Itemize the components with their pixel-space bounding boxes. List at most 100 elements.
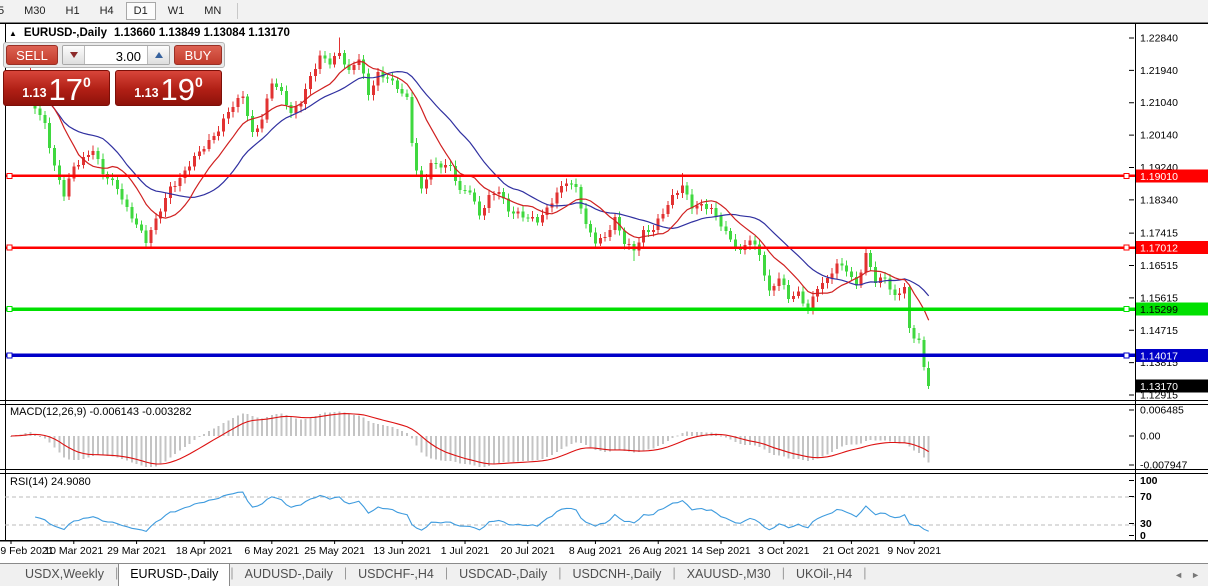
timeframe-button-w1[interactable]: W1 [160,2,193,20]
macd-histogram-bar [532,436,534,460]
rsi-axis-label: 0 [1140,530,1146,542]
tab-audusd-daily[interactable]: AUDUSD-,Daily [234,564,344,586]
macd-histogram-bar [353,415,355,436]
macd-histogram-bar [850,436,852,445]
candle-body [193,156,196,166]
macd-histogram-bar [430,436,432,458]
tab-scroll-left-icon[interactable]: ◄ [1174,570,1183,580]
macd-histogram-bar [551,436,553,455]
candle-body [294,107,297,114]
candle-body [715,208,718,216]
candle-body [328,59,331,65]
buy-button[interactable]: BUY [174,45,222,65]
macd-histogram-bar [686,432,688,436]
sell-button[interactable]: SELL [6,45,58,65]
candle-body [87,155,90,157]
tab-usdcnh-daily[interactable]: USDCNH-,Daily [562,564,673,586]
candle-body [874,267,877,283]
macd-histogram-bar [855,436,857,445]
macd-histogram-bar [908,436,910,447]
macd-histogram-bar [232,418,234,436]
tab-xauusd-m30[interactable]: XAUUSD-,M30 [676,564,782,586]
candle-body [826,278,829,283]
timeframe-button-h1[interactable]: H1 [58,2,88,20]
timeframe-button-5[interactable]: 5 [0,2,12,20]
candle-body [290,105,293,113]
candle-body [208,140,211,149]
buy-price-panel[interactable]: 1.13 19 0 [115,70,222,106]
macd-histogram-bar [865,436,867,441]
timeframe-button-d1[interactable]: D1 [126,2,156,20]
macd-histogram-bar [184,436,186,447]
macd-histogram-bar [759,436,761,447]
candle-body [584,209,587,224]
macd-histogram-bar [884,436,886,440]
date-label: 9 Nov 2021 [887,545,941,557]
candle-body [232,107,235,112]
candle-body [676,193,679,195]
macd-histogram-bar [107,436,109,456]
macd-histogram-bar [102,436,104,456]
candle-body [391,78,394,80]
macd-histogram-bar [512,436,514,462]
sell-price-panel[interactable]: 1.13 17 0 [3,70,110,106]
candle-body [782,278,785,285]
date-label: 14 Sep 2021 [691,545,751,557]
tab-usdcad-daily[interactable]: USDCAD-,Daily [448,564,558,586]
candle-body [265,98,268,119]
bid-prefix: 1.13 [22,86,46,100]
candle-body [903,287,906,293]
macd-histogram-bar [575,436,577,443]
candle-body [681,185,684,193]
hline-handle[interactable] [7,173,12,178]
price-tick-label: 1.22840 [1140,33,1178,45]
candle-body [217,131,220,136]
tab-usdchf-h4[interactable]: USDCHF-,H4 [347,564,445,586]
macd-histogram-bar [826,436,828,454]
hline-handle[interactable] [1124,245,1129,250]
tab-eurusd-daily[interactable]: EURUSD-,Daily [118,564,230,586]
tab-ukoil-h4[interactable]: UKOil-,H4 [785,564,863,586]
hline-handle[interactable] [7,245,12,250]
candle-body [686,185,689,194]
candle-body [666,205,669,214]
macd-axis-label: -0.007947 [1140,460,1187,472]
volume-input[interactable]: 3.00 [85,46,147,64]
candle-body [555,192,558,203]
hline-handle[interactable] [7,353,12,358]
tab-scroll-right-icon[interactable]: ► [1191,570,1200,580]
candle-body [352,65,355,70]
candle-body [777,278,780,286]
candle-body [864,253,867,273]
hline-handle[interactable] [1124,307,1129,312]
tab-usdx-weekly[interactable]: USDX,Weekly [14,564,115,586]
macd-histogram-bar [725,436,727,437]
candle-body [512,211,515,213]
macd-histogram-bar [536,436,538,460]
macd-histogram-bar [517,436,519,461]
macd-histogram-bar [923,436,925,458]
volume-increase-button[interactable] [147,46,169,64]
hline-handle[interactable] [1124,353,1129,358]
triangle-down-icon [70,52,78,58]
macd-histogram-bar [541,436,543,459]
one-click-trading-widget: SELL 3.00 BUY 1.13 17 0 1.13 19 0 [3,42,225,106]
timeframe-button-m30[interactable]: M30 [16,2,53,20]
date-label: 26 Aug 2021 [629,545,688,557]
macd-histogram-bar [831,436,833,452]
candle-body [420,171,423,189]
macd-histogram-bar [638,436,640,452]
collapse-chart-icon[interactable]: ▲ [9,29,17,38]
timeframe-button-h4[interactable]: H4 [92,2,122,20]
volume-decrease-button[interactable] [63,46,85,64]
hline-price-tag-label: 1.19010 [1140,171,1178,183]
panel-border-line [0,473,1208,474]
candle-body [652,230,655,232]
candle-body [787,285,790,299]
macd-histogram-bar [406,433,408,436]
hline-handle[interactable] [7,307,12,312]
macd-histogram-bar [565,436,567,446]
hline-handle[interactable] [1124,173,1129,178]
timeframe-button-mn[interactable]: MN [196,2,229,20]
candle-body [101,159,104,174]
